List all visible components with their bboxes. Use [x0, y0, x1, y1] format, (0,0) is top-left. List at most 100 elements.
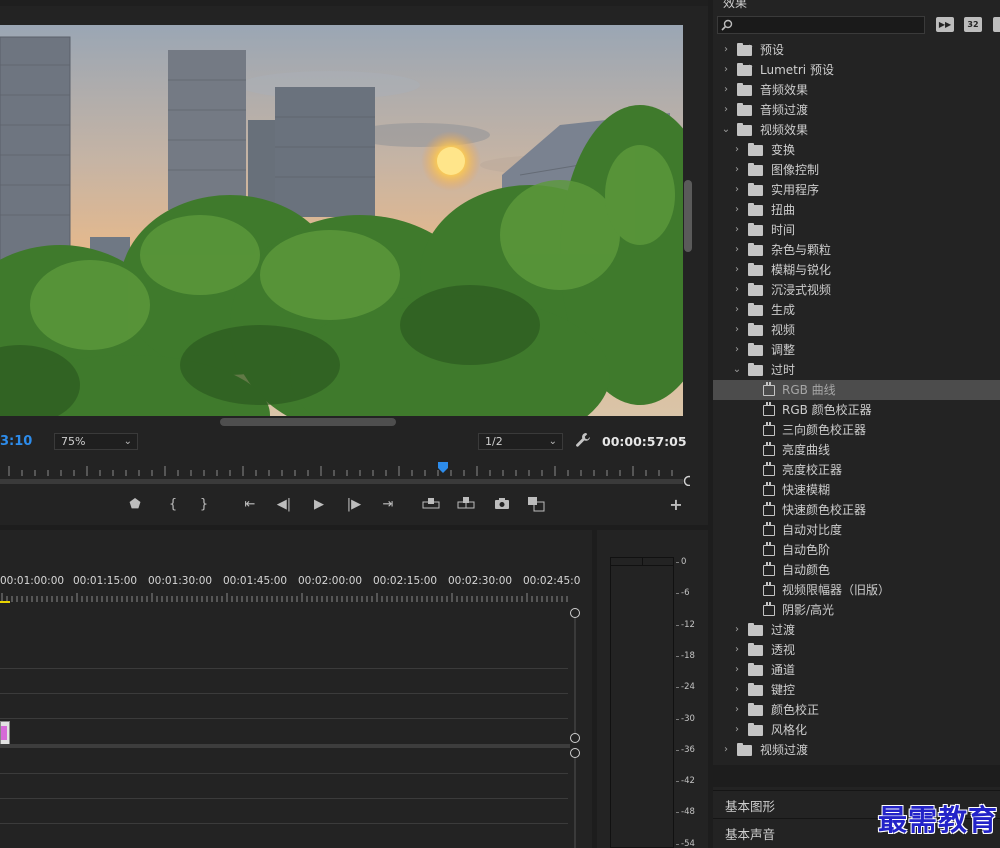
ruler-end-handle[interactable]	[683, 475, 691, 486]
video-clip[interactable]	[0, 721, 10, 745]
folder-item[interactable]: › 调整	[713, 340, 1000, 360]
monitor-horizontal-scrollbar[interactable]	[220, 418, 396, 426]
folder-item[interactable]: › 音频过渡	[713, 100, 1000, 120]
folder-item[interactable]: › 扭曲	[713, 200, 1000, 220]
folder-item[interactable]: ⌄ 视频效果	[713, 120, 1000, 140]
folder-item[interactable]: › 预设	[713, 38, 1000, 60]
folder-item[interactable]: › 颜色校正	[713, 700, 1000, 720]
effect-item[interactable]: 视频限幅器（旧版）	[713, 580, 1000, 600]
chevron-right-icon[interactable]: ›	[732, 720, 742, 740]
step-back-button[interactable]: ◀|	[275, 496, 293, 514]
chevron-right-icon[interactable]: ›	[732, 680, 742, 700]
chevron-right-icon[interactable]: ›	[732, 220, 742, 240]
folder-item[interactable]: › 视频	[713, 320, 1000, 340]
folder-item[interactable]: › 实用程序	[713, 180, 1000, 200]
playback-resolution-dropdown[interactable]: 1/2 ⌄	[478, 433, 563, 450]
zoom-level-dropdown[interactable]: 75% ⌄	[54, 433, 138, 450]
go-to-in-button[interactable]: ⇤	[241, 496, 259, 514]
folder-item[interactable]: › 透视	[713, 640, 1000, 660]
chevron-right-icon[interactable]: ›	[721, 40, 731, 60]
folder-item[interactable]: › 模糊与锐化	[713, 260, 1000, 280]
chevron-right-icon[interactable]: ›	[721, 740, 731, 760]
accelerated-effects-icon[interactable]: ▶▶	[936, 17, 954, 32]
button-editor-plus[interactable]: +	[667, 496, 685, 514]
chevron-right-icon[interactable]: ›	[732, 660, 742, 680]
chevron-right-icon[interactable]: ›	[732, 180, 742, 200]
scroll-handle-top[interactable]	[570, 748, 580, 758]
chevron-down-icon[interactable]: ⌄	[732, 360, 742, 380]
playhead-marker[interactable]	[438, 462, 448, 473]
chevron-right-icon[interactable]: ›	[732, 280, 742, 300]
folder-item[interactable]: › 音频效果	[713, 80, 1000, 100]
chevron-right-icon[interactable]: ›	[721, 100, 731, 120]
chevron-right-icon[interactable]: ›	[732, 620, 742, 640]
search-input[interactable]	[717, 16, 925, 34]
scroll-handle-bottom[interactable]	[570, 733, 580, 743]
monitor-time-ruler[interactable]	[0, 460, 690, 486]
effect-item[interactable]: RGB 颜色校正器	[713, 400, 1000, 420]
chevron-right-icon[interactable]: ›	[732, 260, 742, 280]
lift-button[interactable]	[422, 496, 440, 514]
effect-item[interactable]: 快速模糊	[713, 480, 1000, 500]
timeline-time-label: 00:01:00:00	[0, 575, 65, 587]
current-timecode[interactable]: 3:10	[0, 434, 32, 449]
chevron-right-icon[interactable]: ›	[721, 60, 731, 80]
peak-indicator[interactable]	[611, 558, 673, 566]
mark-out-button[interactable]: }	[195, 496, 213, 514]
folder-item[interactable]: › Lumetri 预设	[713, 58, 1000, 80]
effect-item[interactable]: 自动颜色	[713, 560, 1000, 580]
yuv-effects-icon[interactable]	[993, 17, 1000, 32]
chevron-right-icon[interactable]: ›	[732, 140, 742, 160]
folder-item[interactable]: › 通道	[713, 660, 1000, 680]
effect-item[interactable]: 快速颜色校正器	[713, 500, 1000, 520]
compare-view-button[interactable]	[527, 496, 545, 514]
wrench-icon[interactable]	[575, 432, 591, 448]
folder-item[interactable]: › 杂色与颗粒	[713, 240, 1000, 260]
chevron-right-icon[interactable]: ›	[732, 200, 742, 220]
32bit-effects-icon[interactable]: 32	[964, 17, 982, 32]
folder-item[interactable]: › 变换	[713, 140, 1000, 160]
video-preview[interactable]	[0, 25, 683, 416]
search-icon	[721, 19, 733, 31]
effect-item[interactable]: 自动对比度	[713, 520, 1000, 540]
folder-item[interactable]: › 生成	[713, 300, 1000, 320]
effect-item[interactable]: 自动色阶	[713, 540, 1000, 560]
folder-item[interactable]: › 图像控制	[713, 160, 1000, 180]
monitor-vertical-scrollbar[interactable]	[684, 180, 692, 252]
chevron-right-icon[interactable]: ›	[732, 700, 742, 720]
mark-in-button[interactable]: {	[164, 496, 182, 514]
effect-item[interactable]: 阴影/高光	[713, 600, 1000, 620]
timeline-vertical-scrollbar[interactable]	[570, 608, 580, 848]
folder-item[interactable]: › 过渡	[713, 620, 1000, 640]
export-frame-button[interactable]	[493, 496, 511, 514]
work-area-bar[interactable]	[0, 479, 683, 484]
effect-item[interactable]: RGB 曲线	[713, 380, 1000, 400]
effect-item[interactable]: 亮度校正器	[713, 460, 1000, 480]
chevron-right-icon[interactable]: ›	[732, 300, 742, 320]
effect-item[interactable]: 三向颜色校正器	[713, 420, 1000, 440]
chevron-down-icon[interactable]: ⌄	[721, 120, 731, 140]
go-to-out-button[interactable]: ⇥	[379, 496, 397, 514]
step-forward-button[interactable]: |▶	[345, 496, 363, 514]
folder-item[interactable]: › 视频过渡	[713, 740, 1000, 760]
scroll-handle-top[interactable]	[570, 608, 580, 618]
extract-button[interactable]	[457, 496, 475, 514]
chevron-right-icon[interactable]: ›	[732, 160, 742, 180]
folder-item[interactable]: ⌄ 过时	[713, 360, 1000, 380]
chevron-right-icon[interactable]: ›	[732, 340, 742, 360]
folder-item[interactable]: › 风格化	[713, 720, 1000, 740]
chevron-right-icon[interactable]: ›	[732, 240, 742, 260]
folder-item[interactable]: › 沉浸式视频	[713, 280, 1000, 300]
chevron-right-icon[interactable]: ›	[732, 640, 742, 660]
panel-title[interactable]: 效果	[723, 0, 747, 11]
effect-item[interactable]: 亮度曲线	[713, 440, 1000, 460]
play-button[interactable]: ▶	[310, 496, 328, 514]
chevron-right-icon[interactable]: ›	[732, 320, 742, 340]
video-audio-divider[interactable]	[0, 744, 570, 748]
timeline-ruler[interactable]: 00:01:00:00 00:01:15:00 00:01:30:00 00:0…	[0, 570, 580, 603]
chevron-right-icon[interactable]: ›	[721, 80, 731, 100]
folder-item[interactable]: › 键控	[713, 680, 1000, 700]
effect-icon	[763, 502, 775, 516]
folder-item[interactable]: › 时间	[713, 220, 1000, 240]
add-marker-button[interactable]: ⬟	[126, 496, 144, 514]
